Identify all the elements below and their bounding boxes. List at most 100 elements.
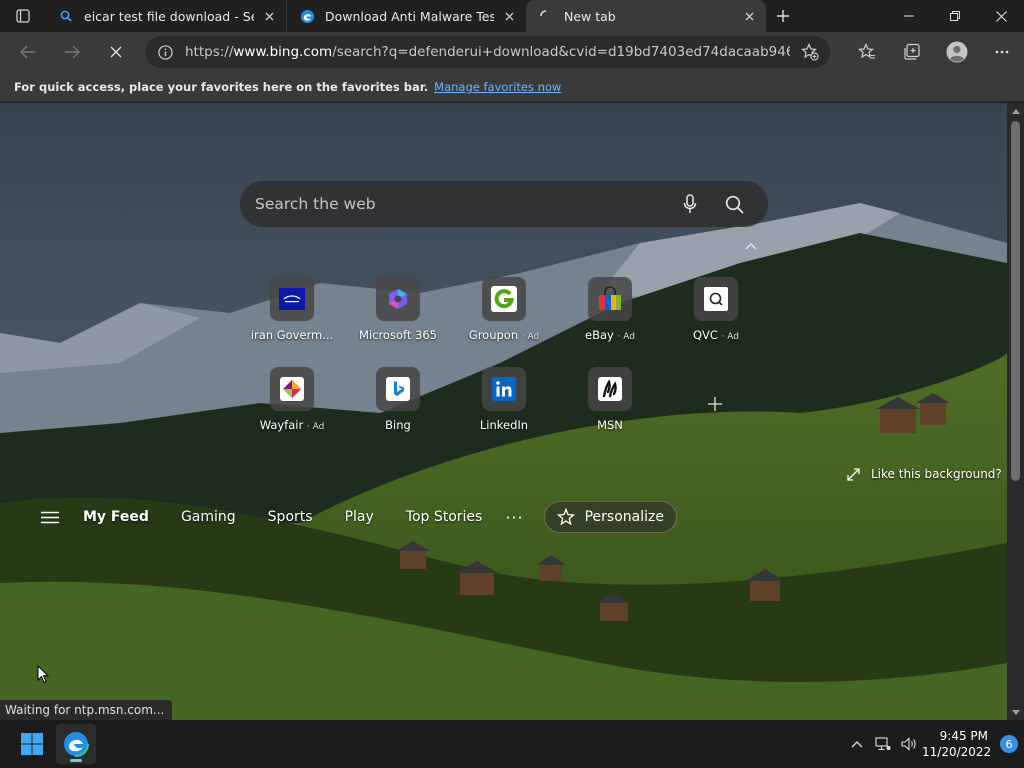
network-button[interactable] <box>870 720 896 768</box>
vertical-scrollbar[interactable] <box>1007 103 1024 720</box>
expand-icon <box>843 467 863 481</box>
ebay-bag-icon <box>588 277 632 321</box>
groupon-logo-icon <box>482 277 526 321</box>
network-icon <box>875 737 891 751</box>
quick-link-bing[interactable]: Bing <box>345 367 451 447</box>
search-icon[interactable] <box>712 181 756 227</box>
feed-tab-gaming[interactable]: Gaming <box>181 509 236 525</box>
stop-icon <box>110 46 122 58</box>
favorites-star-icon <box>857 43 875 59</box>
microphone-icon[interactable] <box>668 181 712 227</box>
system-tray: 9:45 PM 11/20/2022 6 <box>844 720 1024 768</box>
quick-link-ebay[interactable]: eBay · Ad <box>557 277 663 357</box>
back-arrow-icon <box>20 45 35 59</box>
tab-label: New tab <box>564 8 616 24</box>
feed-tab-my-feed[interactable]: My Feed <box>83 509 149 525</box>
plus-icon <box>777 10 789 22</box>
quick-link-label: Bing <box>385 418 411 432</box>
toolbar-right <box>844 32 1024 72</box>
show-hidden-icons-button[interactable] <box>844 720 870 768</box>
favorites-button[interactable] <box>844 32 889 72</box>
msn-logo-icon <box>588 367 632 411</box>
avatar-icon <box>946 41 967 63</box>
quick-link-msn[interactable]: MSN <box>557 367 663 447</box>
scroll-up-arrow-icon[interactable] <box>1007 103 1024 119</box>
restore-button[interactable] <box>932 0 978 32</box>
plus-icon <box>708 397 722 411</box>
quick-link-groupon[interactable]: Groupon · Ad <box>451 277 557 357</box>
personalize-label: Personalize <box>584 509 664 525</box>
address-bar[interactable]: https://www.bing.com/search?q=defenderui… <box>145 36 830 68</box>
minimize-icon <box>904 15 914 17</box>
active-app-indicator <box>70 759 82 762</box>
quick-link-label: Microsoft 365 <box>359 328 437 342</box>
close-tab-icon[interactable] <box>500 7 518 25</box>
quick-link-label: Groupon · Ad <box>468 328 540 342</box>
like-background-button[interactable]: Like this background? <box>843 463 1002 485</box>
search-icon <box>58 8 74 24</box>
clock[interactable]: 9:45 PM 11/20/2022 <box>922 728 994 760</box>
scroll-down-arrow-icon[interactable] <box>1007 704 1024 720</box>
sparkle-star-icon <box>556 508 575 526</box>
manage-favorites-link[interactable]: Manage favorites now <box>434 80 561 94</box>
info-icon[interactable] <box>145 44 185 60</box>
quick-link-label: QVC · Ad <box>692 328 740 342</box>
stop-loading-button[interactable] <box>94 34 138 70</box>
minimize-button[interactable] <box>886 0 932 32</box>
quick-link-microsoft-365[interactable]: Microsoft 365 <box>345 277 451 357</box>
feed-tab-play[interactable]: Play <box>345 509 374 525</box>
tab-actions-button[interactable] <box>0 0 46 32</box>
feed-tab-top-stories[interactable]: Top Stories <box>406 509 483 525</box>
feed-navigation: My Feed Gaming Sports Play Top Stories ·… <box>0 493 1007 541</box>
favorites-bar: For quick access, place your favorites h… <box>0 72 1024 102</box>
close-tab-icon[interactable] <box>260 7 278 25</box>
url-text[interactable]: https://www.bing.com/search?q=defenderui… <box>185 44 790 60</box>
new-tab-button[interactable] <box>766 0 800 32</box>
back-button[interactable] <box>6 34 50 70</box>
profile-button[interactable] <box>934 32 979 72</box>
chevron-up-icon <box>745 243 757 250</box>
tab-label: eicar test file download - Search <box>84 8 254 24</box>
forward-button[interactable] <box>50 34 94 70</box>
feed-menu-button[interactable] <box>30 497 70 537</box>
forward-arrow-icon <box>65 45 80 59</box>
tab-strip: eicar test file download - Search Downlo… <box>0 0 1024 32</box>
edge-icon <box>63 731 89 757</box>
personalize-button[interactable]: Personalize <box>543 501 677 533</box>
tab-search[interactable]: eicar test file download - Search <box>46 0 286 32</box>
taskbar-edge-button[interactable] <box>56 724 96 764</box>
tab-actions-icon <box>16 9 30 23</box>
favorites-bar-message: For quick access, place your favorites h… <box>14 79 429 94</box>
quick-link-label: MSN <box>597 418 623 432</box>
status-bar: Waiting for ntp.msn.com... <box>0 700 173 720</box>
settings-more-button[interactable] <box>979 32 1024 72</box>
add-quick-link-button[interactable] <box>698 387 732 421</box>
close-tab-icon[interactable] <box>740 7 758 25</box>
feed-more-button[interactable]: ··· <box>505 508 523 527</box>
scrollbar-thumb[interactable] <box>1011 121 1020 481</box>
clock-date: 11/20/2022 <box>922 745 992 759</box>
add-favorite-icon[interactable] <box>790 43 830 61</box>
volume-button[interactable] <box>896 720 922 768</box>
taskbar: 9:45 PM 11/20/2022 6 <box>0 720 1024 768</box>
quick-link-linkedin[interactable]: LinkedIn <box>451 367 557 447</box>
microsoft-365-logo-icon <box>376 277 420 321</box>
quick-link-iran-government[interactable]: iran Goverm... <box>239 277 345 357</box>
notifications-button[interactable]: 6 <box>994 735 1024 753</box>
web-search-box[interactable]: Search the web <box>240 181 768 227</box>
tab-download[interactable]: Download Anti Malware Testfile - <box>286 0 526 32</box>
windows-logo-icon <box>21 733 43 755</box>
start-button[interactable] <box>12 724 52 764</box>
quick-link-label: LinkedIn <box>479 418 529 432</box>
linkedin-logo-icon <box>482 367 526 411</box>
qvc-logo-icon <box>694 277 738 321</box>
collections-icon <box>903 43 920 60</box>
quick-link-qvc[interactable]: QVC · Ad <box>663 277 769 357</box>
screen: eicar test file download - Search Downlo… <box>0 0 1024 768</box>
collapse-quick-links-button[interactable] <box>742 239 760 253</box>
collections-button[interactable] <box>889 32 934 72</box>
feed-tab-sports[interactable]: Sports <box>268 509 313 525</box>
tab-new-tab[interactable]: New tab <box>526 0 766 32</box>
close-window-button[interactable] <box>978 0 1024 32</box>
quick-link-wayfair[interactable]: Wayfair · Ad <box>239 367 345 447</box>
